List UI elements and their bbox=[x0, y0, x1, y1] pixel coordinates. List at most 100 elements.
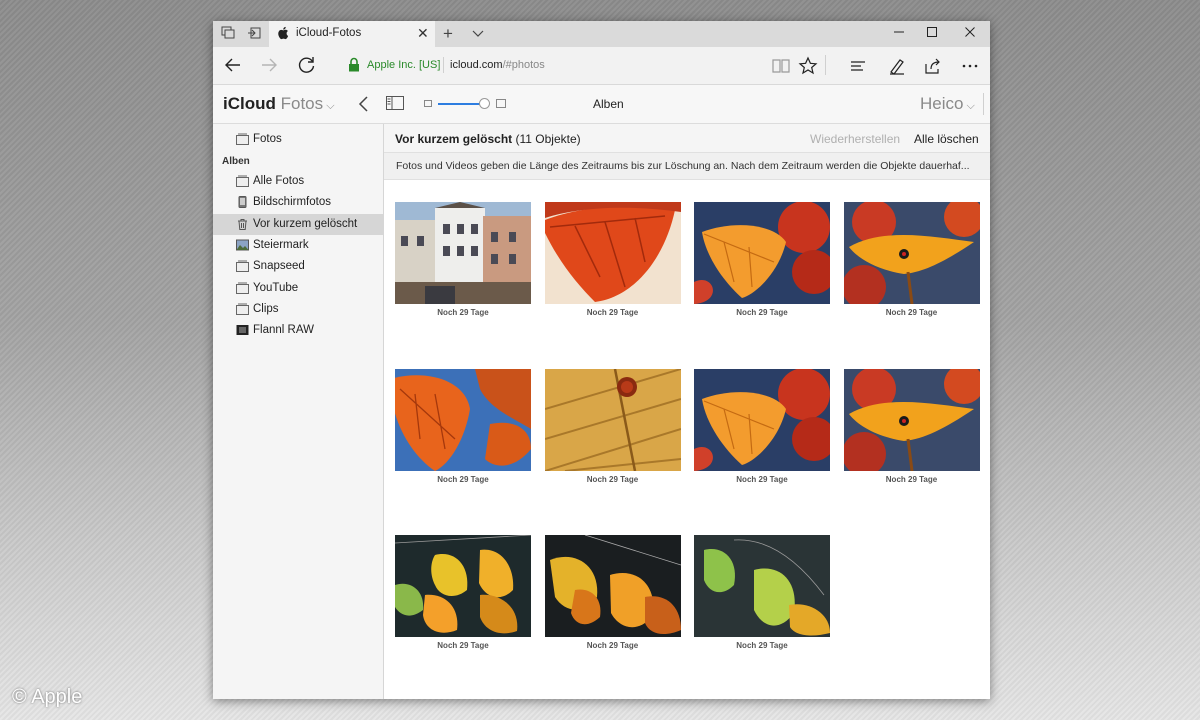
album-icon bbox=[236, 175, 249, 187]
photo-caption: Noch 29 Tage bbox=[885, 474, 938, 484]
photo-thumbnail[interactable] bbox=[843, 202, 980, 304]
album-header: Vor kurzem gelöscht (11 Objekte) Wiederh… bbox=[384, 124, 990, 153]
photo-thumbnail[interactable] bbox=[544, 202, 681, 304]
zoom-slider-thumb[interactable] bbox=[479, 98, 490, 109]
sidebar-item-label: Fotos bbox=[253, 133, 282, 145]
photo-thumbnail[interactable] bbox=[395, 368, 531, 471]
photo-thumbnail[interactable] bbox=[395, 535, 531, 637]
hub-icon[interactable] bbox=[848, 56, 868, 76]
chevron-down-icon[interactable] bbox=[471, 26, 485, 40]
copyright-watermark: © Apple bbox=[12, 686, 83, 708]
sidebar-item-steiermark[interactable]: Steiermark bbox=[213, 235, 383, 256]
lock-icon[interactable] bbox=[348, 57, 360, 72]
album-title: Vor kurzem gelöscht (11 Objekte) bbox=[395, 132, 581, 146]
sidebar-item-alle-fotos[interactable]: Alle Fotos bbox=[213, 171, 383, 192]
photo-caption: Noch 29 Tage bbox=[437, 641, 489, 650]
url-path: /#photos bbox=[502, 59, 545, 71]
certificate-label[interactable]: Apple Inc. [US] bbox=[367, 59, 440, 71]
photo-caption: Noch 29 Tage bbox=[437, 308, 489, 317]
sidebar-item-label: Flannl RAW bbox=[253, 324, 314, 337]
photo-thumbnail[interactable] bbox=[544, 368, 681, 471]
photo-caption: Noch 29 Tage bbox=[736, 641, 788, 650]
close-tab-icon[interactable]: ✕ bbox=[417, 25, 429, 42]
photo-thumbnail[interactable] bbox=[694, 202, 830, 304]
toolbar-divider bbox=[825, 55, 826, 75]
chevron-down-icon: ⌵ bbox=[963, 100, 975, 112]
main-content: Vor kurzem gelöscht (11 Objekte) Wiederh… bbox=[384, 124, 990, 699]
photo-caption: Noch 29 Tage bbox=[736, 308, 788, 317]
section-name: Fotos bbox=[280, 94, 324, 113]
close-window-button[interactable] bbox=[961, 25, 979, 43]
sidebar-item-label: Alle Fotos bbox=[253, 175, 305, 187]
apple-logo-icon bbox=[278, 26, 289, 40]
sidebar-item-label: Bildschirmfotos bbox=[253, 196, 331, 209]
sidebar-item-flannl-raw[interactable]: Flannl RAW bbox=[213, 320, 383, 341]
reading-view-icon[interactable] bbox=[771, 56, 791, 76]
sidebar-item-bildschirmfotos[interactable]: Bildschirmfotos bbox=[213, 192, 383, 213]
photo-caption: Noch 29 Tage bbox=[586, 474, 639, 484]
tab-bar: iCloud-Fotos ✕ + bbox=[213, 21, 990, 47]
url-domain: icloud.com bbox=[450, 59, 503, 71]
header-title: Alben bbox=[593, 97, 624, 111]
trash-icon bbox=[238, 218, 247, 230]
photo-caption: Noch 29 Tage bbox=[736, 474, 788, 484]
minimize-button[interactable] bbox=[890, 25, 908, 43]
sidebar-item-label: Snapseed bbox=[253, 260, 305, 273]
address-bar: Apple Inc. [US] icloud.com/#photos bbox=[213, 47, 990, 85]
icloud-header: iCloud Fotos ⌵ Alben Heico ⌵ bbox=[213, 85, 990, 124]
user-menu[interactable]: Heico ⌵ bbox=[920, 94, 975, 114]
back-arrow-icon[interactable] bbox=[223, 55, 243, 75]
sidebar-item-label: Steiermark bbox=[253, 238, 309, 251]
sidebar-item-label: Clips bbox=[253, 302, 279, 315]
browser-window: iCloud-Fotos ✕ + Apple Inc. [US] icloud.… bbox=[213, 21, 990, 699]
set-aside-tabs-icon[interactable] bbox=[246, 26, 262, 42]
album-icon bbox=[236, 260, 249, 273]
sidebar-item-clips[interactable]: Clips bbox=[213, 299, 383, 320]
sidebar-item-fotos[interactable]: Fotos bbox=[213, 129, 383, 150]
photo-thumbnail[interactable] bbox=[843, 368, 980, 471]
tab-title: iCloud-Fotos bbox=[296, 27, 362, 39]
star-icon[interactable] bbox=[798, 56, 818, 76]
photo-caption: Noch 29 Tage bbox=[586, 308, 639, 317]
photo-thumbnail[interactable] bbox=[694, 368, 830, 471]
phone-icon bbox=[238, 196, 247, 209]
sidebar-item-label: Vor kurzem gelöscht bbox=[253, 217, 358, 230]
delete-all-button[interactable]: Alle löschen bbox=[914, 132, 979, 146]
pen-icon[interactable] bbox=[887, 56, 907, 76]
thumbnail-icon bbox=[236, 239, 249, 251]
tab-icloud-fotos[interactable]: iCloud-Fotos ✕ bbox=[269, 21, 435, 47]
album-icon bbox=[236, 133, 249, 145]
sidebar: Fotos Alben Alle Fotos Bildschirmfotos Vor… bbox=[213, 124, 384, 699]
sidebar-item-label: YouTube bbox=[253, 281, 299, 294]
restore-button[interactable]: Wiederherstellen bbox=[810, 132, 900, 146]
sidebar-item-vor-kurzem-gelöscht[interactable]: Vor kurzem gelöscht bbox=[213, 213, 383, 235]
forward-arrow-icon[interactable] bbox=[259, 55, 279, 75]
film-icon bbox=[236, 325, 249, 336]
sidebar-toggle-icon[interactable] bbox=[386, 96, 404, 110]
photo-thumbnail[interactable] bbox=[544, 535, 681, 637]
info-text: Fotos und Videos geben die Länge des Zei… bbox=[396, 160, 970, 172]
album-icon bbox=[236, 282, 249, 294]
zoom-in-icon[interactable] bbox=[496, 99, 506, 108]
url-divider bbox=[443, 57, 444, 73]
chevron-left-icon[interactable] bbox=[358, 95, 370, 113]
album-name: Vor kurzem gelöscht bbox=[395, 132, 513, 146]
app-switcher[interactable]: iCloud Fotos ⌵ bbox=[223, 94, 335, 114]
sidebar-item-snapseed[interactable]: Snapseed bbox=[213, 256, 383, 277]
more-options-icon[interactable] bbox=[960, 56, 980, 76]
new-tab-button[interactable]: + bbox=[443, 24, 453, 44]
photo-thumbnail[interactable] bbox=[395, 202, 531, 304]
tab-preview-icon[interactable] bbox=[220, 26, 236, 42]
chevron-down-icon: ⌵ bbox=[323, 100, 335, 112]
photo-thumbnail[interactable] bbox=[694, 535, 830, 637]
sidebar-item-youtube[interactable]: YouTube bbox=[213, 278, 383, 299]
maximize-button[interactable] bbox=[923, 25, 941, 43]
zoom-out-icon[interactable] bbox=[424, 100, 432, 107]
user-name: Heico bbox=[920, 94, 964, 113]
share-icon[interactable] bbox=[923, 56, 943, 76]
url-field[interactable]: icloud.com/#photos bbox=[450, 59, 545, 71]
photo-caption: Noch 29 Tage bbox=[586, 641, 639, 650]
photo-caption: Noch 29 Tage bbox=[437, 474, 489, 484]
brand-name: iCloud bbox=[223, 94, 276, 113]
refresh-icon[interactable] bbox=[297, 55, 317, 75]
